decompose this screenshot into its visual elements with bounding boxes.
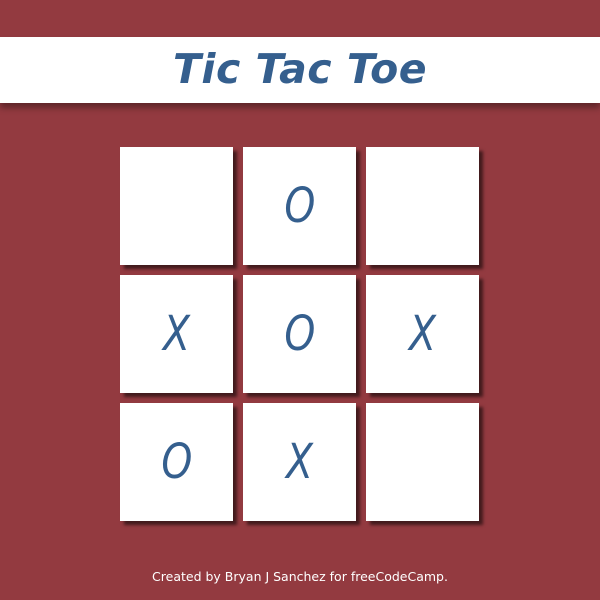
board-cell-1[interactable] — [120, 147, 233, 265]
cell-mark: O — [161, 434, 192, 490]
board-cell-9[interactable] — [366, 403, 479, 521]
board-cell-3[interactable] — [366, 147, 479, 265]
board-cell-7[interactable]: O — [120, 403, 233, 521]
cell-mark: X — [409, 306, 436, 362]
cell-mark: X — [286, 434, 313, 490]
board-cell-4[interactable]: X — [120, 275, 233, 393]
game-board: O X O X O X — [120, 147, 480, 523]
board-cell-6[interactable]: X — [366, 275, 479, 393]
board-cell-5[interactable]: O — [243, 275, 356, 393]
board-cell-8[interactable]: X — [243, 403, 356, 521]
cell-mark: O — [284, 178, 315, 234]
footer-credit: Created by Bryan J Sanchez for freeCodeC… — [152, 569, 448, 584]
cell-mark: O — [284, 306, 315, 362]
board-cell-2[interactable]: O — [243, 147, 356, 265]
title-bar: Tic Tac Toe — [0, 37, 600, 103]
game-title: Tic Tac Toe — [172, 44, 428, 93]
cell-mark: X — [163, 306, 190, 362]
